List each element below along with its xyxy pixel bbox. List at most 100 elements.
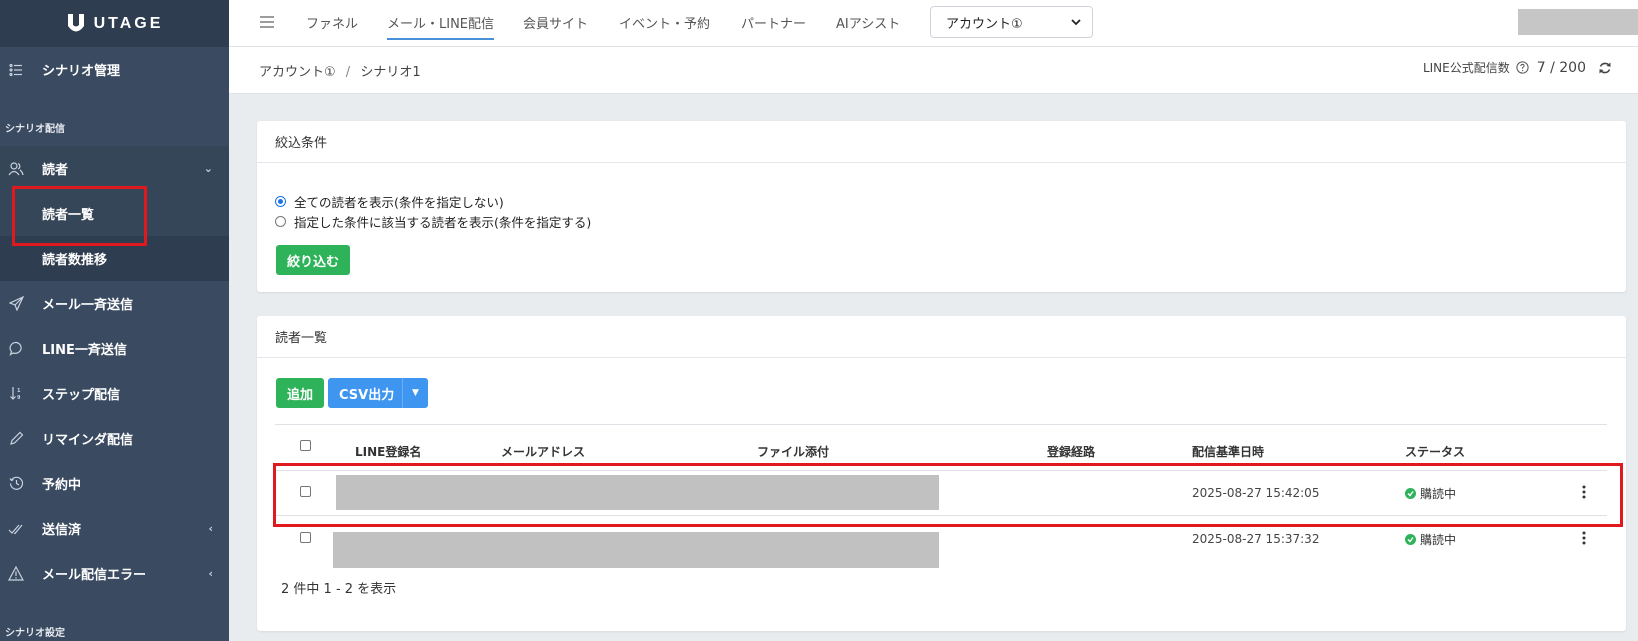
list-icon — [8, 62, 24, 78]
pagination-info: 2 件中 1 - 2 を表示 — [281, 582, 397, 597]
breadcrumb-account[interactable]: アカウント① — [259, 65, 336, 80]
csv-export-button[interactable]: CSV出力 ▼ — [328, 378, 428, 408]
row-actions-kebab-icon[interactable] — [1582, 531, 1586, 545]
nav-mail-line[interactable]: メール・LINE配信 — [387, 13, 495, 40]
column-header-file[interactable]: ファイル添付 — [757, 443, 829, 460]
sidebar-item-reader-trend[interactable]: 読者数推移 — [0, 236, 229, 281]
redacted-reader-info — [336, 475, 939, 510]
warning-icon — [8, 566, 24, 582]
sidebar-item-sent[interactable]: 送信済 ‹ — [0, 506, 229, 551]
caret-down-icon[interactable]: ▼ — [402, 378, 428, 408]
sidebar-label: 読者一覧 — [42, 208, 95, 223]
row-actions-kebab-icon[interactable] — [1582, 485, 1586, 499]
sidebar-label: メール配信エラー — [42, 568, 147, 583]
sidebar-item-reader-list[interactable]: 読者一覧 — [0, 191, 229, 236]
filter-option-all[interactable]: 全ての読者を表示(条件を指定しない) — [275, 192, 504, 211]
status-badge: 購読中 — [1405, 485, 1456, 502]
sidebar-label: ステップ配信 — [42, 388, 121, 403]
check-circle-icon — [1405, 534, 1416, 545]
radio-all[interactable] — [275, 196, 286, 207]
check-circle-icon — [1405, 488, 1416, 499]
chevron-left-icon: ‹ — [208, 522, 213, 535]
sidebar-item-scenario-manage[interactable]: シナリオ管理 — [0, 47, 229, 92]
reader-list-card: 読者一覧 追加 CSV出力 ▼ LINE登録名 メールアドレス ファイル添付 登… — [257, 316, 1626, 631]
readers-submenu: 読者一覧 読者数推移 — [0, 191, 229, 281]
redacted-reader-info — [333, 532, 939, 568]
help-circle-icon[interactable] — [1516, 61, 1529, 74]
sidebar-item-reserved[interactable]: 予約中 — [0, 461, 229, 506]
breadcrumb-bar: アカウント① / シナリオ1 LINE公式配信数 7 / 200 — [229, 47, 1638, 94]
user-menu-redacted[interactable] — [1518, 9, 1638, 35]
chevron-down-icon — [1071, 19, 1081, 26]
hamburger-menu-icon[interactable] — [259, 14, 275, 30]
row-date: 2025-08-27 15:42:05 — [1192, 486, 1320, 500]
svg-text:1: 1 — [17, 388, 21, 394]
sidebar: UTAGE シナリオ管理 シナリオ配信 読者 ⌄ 読者一覧 読者数推移 メール一… — [0, 0, 229, 641]
sidebar-item-step[interactable]: 19 ステップ配信 — [0, 371, 229, 416]
users-icon — [8, 161, 24, 177]
logo-text: UTAGE — [93, 14, 164, 32]
filter-submit-button[interactable]: 絞り込む — [276, 245, 350, 275]
sidebar-item-mail-error[interactable]: メール配信エラー ‹ — [0, 551, 229, 596]
row-divider — [275, 515, 1607, 516]
sidebar-label: 予約中 — [42, 478, 82, 493]
nav-partner[interactable]: パートナー — [741, 13, 806, 32]
reader-list-title: 読者一覧 — [257, 316, 1626, 358]
column-header-date[interactable]: 配信基準日時 — [1192, 443, 1264, 460]
line-count-value: 7 / 200 — [1536, 59, 1586, 76]
select-all-checkbox[interactable] — [300, 440, 311, 451]
add-reader-button[interactable]: 追加 — [276, 378, 324, 408]
history-clock-icon — [8, 476, 24, 492]
radio-conditional[interactable] — [275, 216, 286, 227]
account-select-value: アカウント① — [946, 16, 1023, 32]
row-checkbox[interactable] — [300, 532, 311, 543]
status-text: 購読中 — [1420, 533, 1457, 547]
sidebar-section-delivery: シナリオ配信 — [5, 124, 65, 135]
sidebar-label: 読者 — [42, 163, 69, 178]
column-header-status[interactable]: ステータス — [1405, 443, 1465, 460]
line-count-label: LINE公式配信数 — [1422, 61, 1510, 75]
sort-descending-icon: 19 — [8, 386, 24, 402]
column-header-line-name[interactable]: LINE登録名 — [355, 443, 421, 460]
line-delivery-count: LINE公式配信数 7 / 200 — [1423, 59, 1612, 76]
sidebar-label: 読者数推移 — [42, 253, 108, 268]
column-header-route[interactable]: 登録経路 — [1047, 443, 1095, 460]
utage-logo-icon — [67, 13, 84, 31]
status-badge: 購読中 — [1405, 531, 1456, 548]
sidebar-item-line-bulk[interactable]: LINE一斉送信 — [0, 326, 229, 371]
row-date: 2025-08-27 15:37:32 — [1192, 532, 1320, 546]
filter-option-cond-label: 指定した条件に該当する読者を表示(条件を指定する) — [294, 215, 592, 230]
filter-card: 絞込条件 全ての読者を表示(条件を指定しない) 指定した条件に該当する読者を表示… — [257, 121, 1626, 292]
breadcrumb-separator: / — [345, 65, 351, 80]
refresh-icon[interactable] — [1598, 61, 1612, 75]
svg-text:9: 9 — [17, 395, 21, 401]
row-divider — [275, 470, 1607, 471]
top-navbar: ファネル メール・LINE配信 会員サイト イベント・予約 パートナー AIアシ… — [229, 0, 1638, 47]
double-check-icon — [8, 521, 24, 537]
chevron-left-icon: ‹ — [208, 567, 213, 580]
nav-member-site[interactable]: 会員サイト — [523, 13, 588, 32]
pencil-icon — [8, 431, 24, 447]
sidebar-item-mail-bulk[interactable]: メール一斉送信 — [0, 281, 229, 326]
chat-bubble-icon — [8, 341, 24, 357]
sidebar-item-remind[interactable]: リマインダ配信 — [0, 416, 229, 461]
app-logo[interactable]: UTAGE — [0, 0, 229, 47]
sidebar-label: リマインダ配信 — [42, 433, 134, 448]
nav-ai-assist[interactable]: AIアシスト — [836, 13, 900, 32]
sidebar-label: シナリオ管理 — [42, 64, 121, 79]
sidebar-section-settings: シナリオ設定 — [5, 628, 65, 639]
status-text: 購読中 — [1420, 487, 1457, 501]
column-header-email[interactable]: メールアドレス — [501, 443, 585, 460]
sidebar-item-readers[interactable]: 読者 ⌄ — [0, 146, 229, 191]
nav-event[interactable]: イベント・予約 — [619, 13, 710, 32]
filter-card-title: 絞込条件 — [257, 121, 1626, 163]
row-checkbox[interactable] — [300, 486, 311, 497]
send-icon — [8, 296, 24, 312]
nav-funnel[interactable]: ファネル — [306, 13, 358, 32]
account-select[interactable]: アカウント① — [930, 6, 1093, 38]
csv-export-label: CSV出力 — [339, 387, 395, 403]
sidebar-label: LINE一斉送信 — [42, 343, 127, 358]
filter-option-conditional[interactable]: 指定した条件に該当する読者を表示(条件を指定する) — [275, 212, 591, 231]
filter-option-all-label: 全ての読者を表示(条件を指定しない) — [294, 195, 504, 210]
breadcrumb: アカウント① / シナリオ1 — [259, 61, 421, 80]
